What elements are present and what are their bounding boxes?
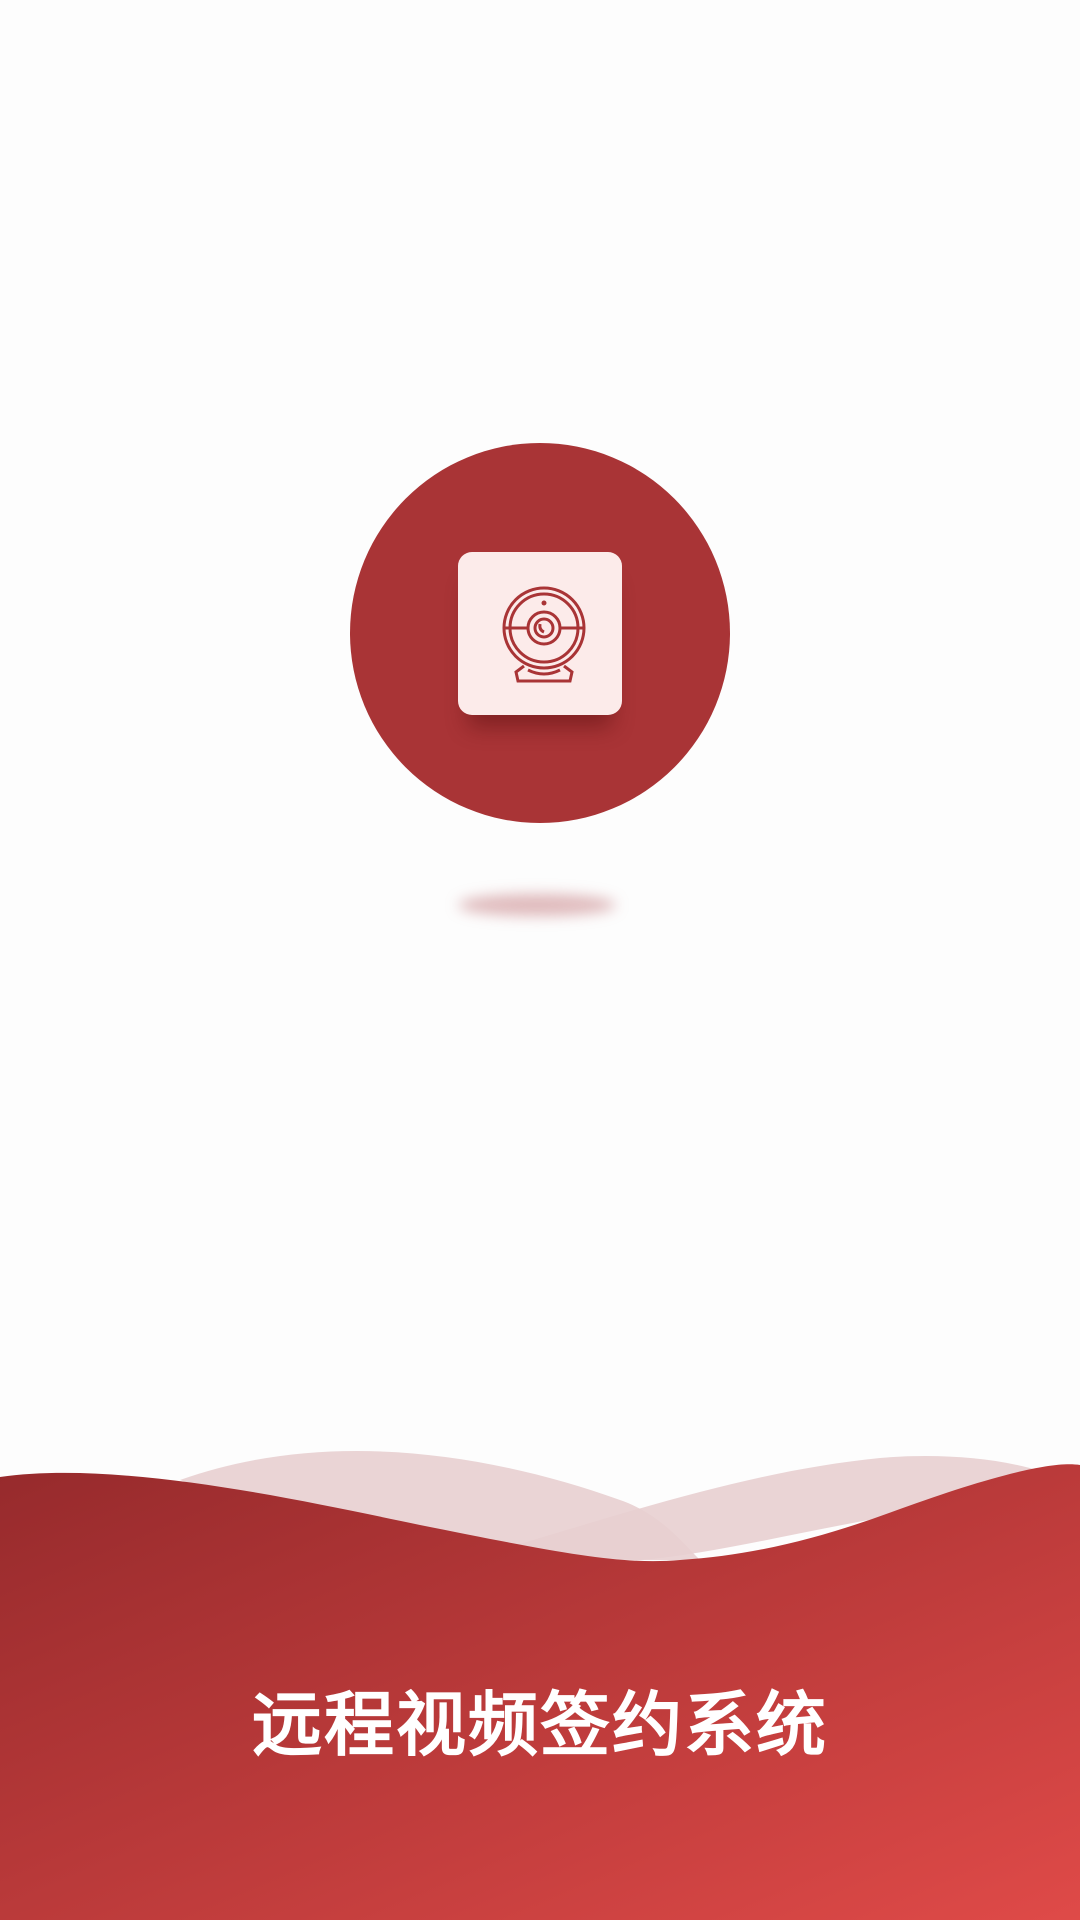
webcam-icon — [502, 586, 586, 683]
app-logo — [350, 443, 730, 823]
logo-tile — [458, 552, 622, 715]
app-title: 远程视频签约系统 — [252, 1684, 828, 1766]
logo-drop-shadow — [458, 894, 616, 916]
splash-screen: 远程视频签约系统 — [0, 0, 1080, 1920]
bottom-wave-background — [0, 1451, 1080, 1920]
